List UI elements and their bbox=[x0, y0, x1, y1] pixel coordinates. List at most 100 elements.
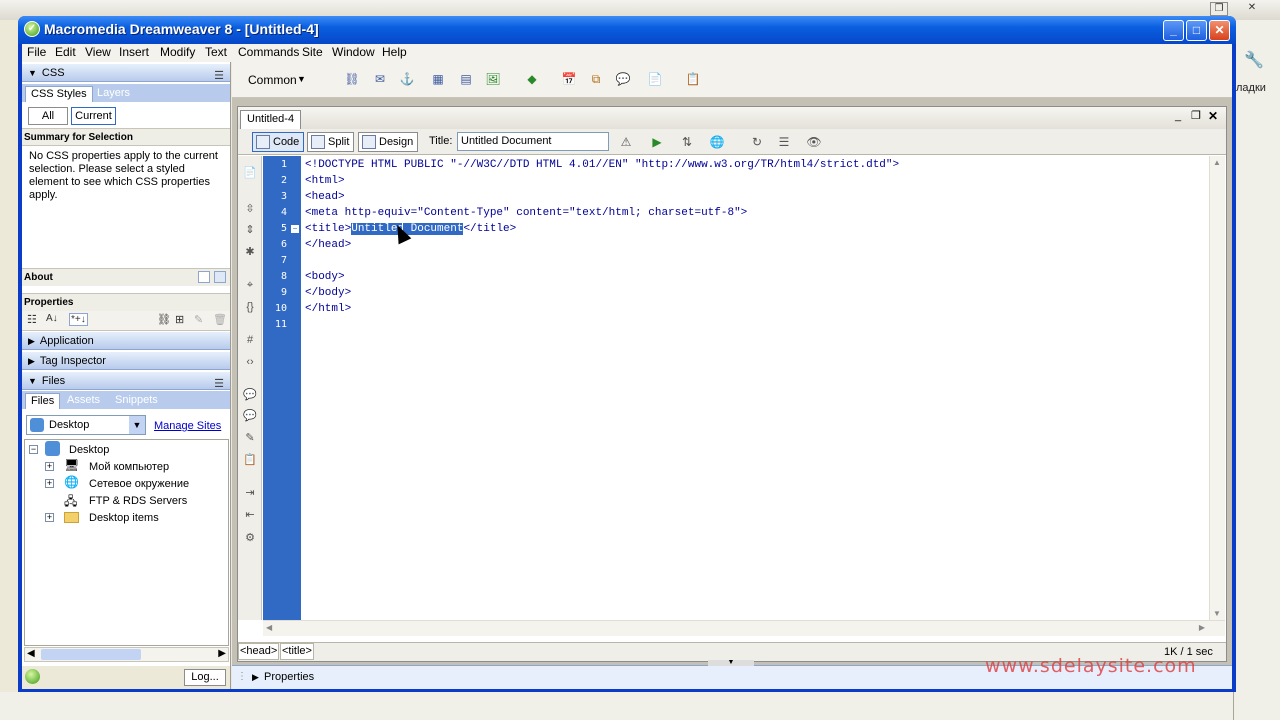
code-line[interactable]: <!DOCTYPE HTML PUBLIC "-//W3C//DTD HTML … bbox=[305, 157, 899, 173]
application-panel-header[interactable]: ▶ Application bbox=[22, 331, 230, 350]
minimize-button[interactable]: _ bbox=[1163, 20, 1184, 41]
scroll-left-icon[interactable]: ◀ bbox=[266, 623, 272, 632]
document-title-input[interactable]: Untitled Document bbox=[457, 132, 609, 151]
tree-item-network[interactable]: Сетевое окружение bbox=[89, 476, 189, 492]
chevron-down-icon[interactable]: ▼ bbox=[129, 416, 145, 434]
code-line[interactable]: <head> bbox=[305, 189, 345, 205]
indent-icon[interactable]: ⇥ bbox=[242, 485, 258, 501]
templates-icon[interactable]: 📋 bbox=[684, 70, 702, 88]
files-hscrollbar[interactable]: ◀ ▶ bbox=[24, 647, 229, 662]
maximize-button[interactable]: □ bbox=[1186, 20, 1207, 41]
highlight-invalid-icon[interactable]: ‹› bbox=[242, 354, 258, 370]
tag-inspector-panel-header[interactable]: ▶ Tag Inspector bbox=[22, 351, 230, 370]
tab-assets[interactable]: Assets bbox=[62, 393, 105, 409]
media-icon[interactable]: ◆ bbox=[523, 70, 541, 88]
scroll-up-icon[interactable]: ▲ bbox=[1213, 158, 1221, 167]
files-panel-header[interactable]: ▼ Files ☰ bbox=[22, 371, 230, 390]
menu-file[interactable]: File bbox=[27, 45, 46, 59]
line-numbers-icon[interactable]: # bbox=[242, 332, 258, 348]
format-source-icon[interactable]: ⚙ bbox=[242, 530, 258, 546]
attach-stylesheet-icon[interactable]: ⛓ bbox=[157, 313, 171, 326]
menu-edit[interactable]: Edit bbox=[55, 45, 76, 59]
close-button[interactable]: ✕ bbox=[1209, 20, 1230, 41]
code-vscrollbar[interactable]: ▲ ▼ bbox=[1209, 156, 1225, 620]
new-rule-icon[interactable]: ⊞ bbox=[175, 313, 184, 326]
code-line[interactable]: <html> bbox=[305, 173, 345, 189]
about-view-icon[interactable] bbox=[214, 271, 226, 283]
show-cascade-icon[interactable] bbox=[198, 271, 210, 283]
named-anchor-icon[interactable]: ⚓ bbox=[398, 70, 416, 88]
site-select[interactable]: Desktop ▼ bbox=[26, 415, 146, 435]
log-button[interactable]: Log... bbox=[184, 669, 226, 686]
css-panel-header[interactable]: ▼ CSS ☰ bbox=[22, 63, 230, 82]
code-line[interactable]: </head> bbox=[305, 237, 351, 253]
remove-comment-icon[interactable]: 💬 bbox=[242, 408, 258, 424]
dreamweaver-icon[interactable]: ✓ bbox=[24, 21, 40, 37]
code-line-title[interactable]: <title>Untitled Document</title> bbox=[305, 221, 516, 237]
balance-braces-icon[interactable]: {} bbox=[242, 299, 258, 315]
preview-browser-icon[interactable]: 🌐 bbox=[708, 133, 726, 151]
chevron-down-icon[interactable]: ▼ bbox=[297, 74, 306, 84]
browser-check-icon[interactable]: ⚠ bbox=[617, 133, 635, 151]
set-props-icon[interactable]: *+↓ bbox=[69, 313, 88, 326]
email-link-icon[interactable]: ✉ bbox=[371, 70, 389, 88]
collapse-selection-icon[interactable]: ⇕ bbox=[242, 222, 258, 238]
wrench-icon[interactable]: 🔧 bbox=[1244, 50, 1264, 70]
document-tab[interactable]: Untitled-4 bbox=[240, 110, 302, 129]
menu-help[interactable]: Help bbox=[382, 45, 407, 59]
scroll-right-icon[interactable]: ▶ bbox=[1199, 623, 1205, 632]
menu-view[interactable]: View bbox=[85, 45, 111, 59]
scroll-thumb[interactable] bbox=[41, 649, 141, 660]
scroll-down-icon[interactable]: ▼ bbox=[1213, 609, 1221, 618]
select-parent-tag-icon[interactable]: ⌖ bbox=[242, 277, 258, 293]
css-all-button[interactable]: All bbox=[28, 107, 68, 125]
comment-icon[interactable]: 💬 bbox=[614, 70, 632, 88]
menu-text[interactable]: Text bbox=[205, 45, 227, 59]
expand-node-icon[interactable]: + bbox=[45, 462, 54, 471]
recent-snippets-icon[interactable]: 📋 bbox=[242, 452, 258, 468]
tag-selector-title[interactable]: <title> bbox=[280, 643, 314, 660]
menu-commands[interactable]: Commands bbox=[238, 45, 299, 59]
design-view-button[interactable]: Design bbox=[358, 132, 419, 152]
apply-comment-icon[interactable]: 💬 bbox=[242, 387, 258, 403]
tab-layers[interactable]: Layers bbox=[92, 86, 135, 102]
expand-node-icon[interactable]: + bbox=[45, 513, 54, 522]
scroll-right-icon[interactable]: ▶ bbox=[218, 648, 226, 659]
validate-markup-icon[interactable]: ▶ bbox=[648, 133, 666, 151]
menu-site[interactable]: Site bbox=[302, 45, 323, 59]
tab-snippets[interactable]: Snippets bbox=[110, 393, 163, 409]
image-icon[interactable]: 🖼 bbox=[484, 70, 502, 88]
expand-all-icon[interactable]: ✱ bbox=[242, 244, 258, 260]
code-line[interactable]: </body> bbox=[305, 285, 351, 301]
code-line[interactable]: <meta http-equiv="Content-Type" content=… bbox=[305, 205, 747, 221]
tree-item-my-computer[interactable]: Мой компьютер bbox=[89, 459, 169, 475]
date-icon[interactable]: 📅 bbox=[560, 70, 578, 88]
panel-options-icon[interactable]: ☰ bbox=[214, 67, 224, 85]
wrap-tag-icon[interactable]: ✎ bbox=[242, 430, 258, 446]
collapse-tag-icon[interactable]: ⇳ bbox=[242, 201, 258, 217]
file-management-icon[interactable]: ⇅ bbox=[678, 133, 696, 151]
hyperlink-icon[interactable]: ⛓ bbox=[343, 70, 361, 88]
refresh-icon[interactable]: ↻ bbox=[748, 133, 766, 151]
tree-item-desktop-items[interactable]: Desktop items bbox=[89, 510, 159, 526]
collapse-node-icon[interactable]: − bbox=[29, 445, 38, 454]
menu-insert[interactable]: Insert bbox=[119, 45, 149, 59]
code-line[interactable]: <body> bbox=[305, 269, 345, 285]
split-view-button[interactable]: Split bbox=[307, 132, 355, 152]
menu-window[interactable]: Window bbox=[332, 45, 375, 59]
bg-close-icon[interactable]: ✕ bbox=[1243, 2, 1261, 16]
tree-item-ftp-servers[interactable]: FTP & RDS Servers bbox=[89, 493, 187, 509]
panel-toggle-icon[interactable]: ▼ bbox=[708, 659, 754, 666]
menu-modify[interactable]: Modify bbox=[160, 45, 195, 59]
bg-restore-icon[interactable]: ❐ bbox=[1210, 2, 1228, 16]
head-icon[interactable]: 📄 bbox=[646, 70, 664, 88]
scroll-left-icon[interactable]: ◀ bbox=[27, 648, 35, 659]
css-current-button[interactable]: Current bbox=[71, 107, 116, 125]
open-documents-icon[interactable]: 📄 bbox=[242, 165, 258, 181]
insert-category-select[interactable]: Common bbox=[248, 73, 297, 87]
tab-files[interactable]: Files bbox=[25, 393, 61, 409]
panel-grip-icon[interactable]: ⋮ bbox=[237, 666, 247, 688]
tree-root-desktop[interactable]: Desktop bbox=[69, 442, 109, 458]
doc-minimize-icon[interactable]: _ bbox=[1175, 110, 1181, 122]
doc-restore-icon[interactable]: ❐ bbox=[1191, 109, 1201, 122]
